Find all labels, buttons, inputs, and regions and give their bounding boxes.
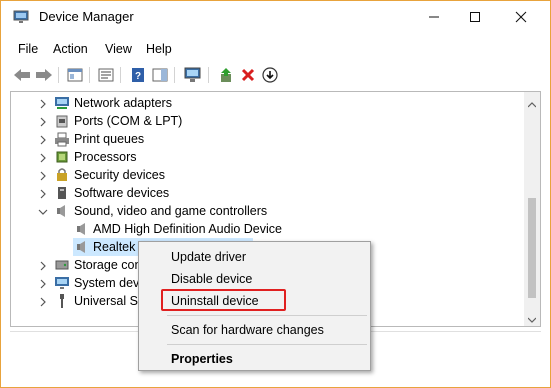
speaker-icon	[74, 221, 90, 237]
chevron-right-icon[interactable]	[38, 116, 48, 127]
speaker-icon	[74, 239, 90, 255]
toolbar-separator	[89, 67, 90, 83]
menu-help[interactable]: Help	[146, 42, 172, 56]
tree-item-label: Sound, video and game controllers	[74, 204, 268, 218]
scan-hardware-icon[interactable]	[183, 65, 203, 85]
device-manager-app-icon	[13, 10, 29, 24]
back-icon[interactable]	[12, 65, 32, 85]
menu-view[interactable]: View	[105, 42, 132, 56]
show-hide-tree-icon[interactable]	[65, 65, 85, 85]
usb-icon	[54, 293, 70, 309]
tree-item-label: System devi	[74, 276, 143, 290]
tree-item-label: Print queues	[74, 132, 145, 146]
tree-item-ports[interactable]: Ports (COM & LPT)	[11, 112, 511, 130]
scroll-up-icon[interactable]	[527, 97, 537, 111]
tree-item-processors[interactable]: Processors	[11, 148, 511, 166]
menu-update-driver[interactable]: Update driver	[171, 250, 246, 264]
svg-text:?: ?	[135, 71, 141, 82]
scrollbar-thumb[interactable]	[528, 198, 536, 298]
chevron-right-icon[interactable]	[38, 260, 48, 271]
menu-separator	[167, 315, 367, 316]
chevron-right-icon[interactable]	[38, 98, 48, 109]
properties-icon[interactable]	[96, 65, 116, 85]
chevron-right-icon[interactable]	[38, 296, 48, 307]
tree-item-software-devices[interactable]: Software devices	[11, 184, 511, 202]
tree-item-label: Ports (COM & LPT)	[74, 114, 183, 128]
close-icon[interactable]	[498, 1, 544, 33]
speaker-icon	[54, 203, 70, 219]
tree-item-print-queues[interactable]: Print queues	[11, 130, 511, 148]
tree-item-label: AMD High Definition Audio Device	[93, 222, 282, 236]
menu-bar: File Action View Help	[1, 39, 550, 61]
tree-item-label: Universal Se	[74, 294, 145, 308]
menu-disable-device[interactable]: Disable device	[171, 272, 252, 286]
tree-item-label: Processors	[74, 150, 137, 164]
menu-properties[interactable]: Properties	[171, 352, 233, 366]
menu-separator	[167, 344, 367, 345]
window-title: Device Manager	[39, 9, 134, 24]
maximize-icon[interactable]	[452, 1, 498, 33]
storage-icon	[54, 257, 70, 273]
toolbar-separator	[208, 67, 209, 83]
scroll-down-icon[interactable]	[527, 312, 537, 326]
tree-item-sound-video-game[interactable]: Sound, video and game controllers	[11, 202, 511, 220]
security-device-icon	[54, 167, 70, 183]
tree-item-label: Software devices	[74, 186, 170, 200]
vertical-scrollbar[interactable]	[524, 92, 540, 326]
chevron-right-icon[interactable]	[38, 170, 48, 181]
menu-scan-hardware[interactable]: Scan for hardware changes	[171, 323, 324, 337]
network-adapter-icon	[54, 95, 70, 111]
toolbar: ?	[1, 62, 550, 88]
tree-item-network-adapters[interactable]: Network adapters	[11, 94, 511, 112]
menu-action[interactable]: Action	[53, 42, 88, 56]
forward-icon[interactable]	[34, 65, 54, 85]
update-driver-icon[interactable]	[216, 65, 236, 85]
chevron-right-icon[interactable]	[38, 278, 48, 289]
printer-icon	[54, 131, 70, 147]
toolbar-separator	[58, 67, 59, 83]
chevron-right-icon[interactable]	[38, 188, 48, 199]
toolbar-separator	[174, 67, 175, 83]
tree-item-amd-audio[interactable]: AMD High Definition Audio Device	[11, 220, 511, 238]
title-bar: Device Manager	[1, 1, 550, 33]
port-icon	[54, 113, 70, 129]
software-device-icon	[54, 185, 70, 201]
disable-device-icon[interactable]	[260, 65, 280, 85]
menu-uninstall-device[interactable]: Uninstall device	[171, 294, 259, 308]
tree-item-security-devices[interactable]: Security devices	[11, 166, 511, 184]
menu-file[interactable]: File	[18, 42, 38, 56]
context-menu: Update driver Disable device Uninstall d…	[138, 241, 371, 371]
chevron-right-icon[interactable]	[38, 134, 48, 145]
uninstall-icon[interactable]	[238, 65, 258, 85]
system-device-icon	[54, 275, 70, 291]
action-pane-icon[interactable]	[150, 65, 170, 85]
minimize-icon[interactable]	[411, 1, 457, 33]
processor-icon	[54, 149, 70, 165]
tree-item-label: Storage con	[74, 258, 142, 272]
tree-item-label: Network adapters	[74, 96, 172, 110]
toolbar-separator	[120, 67, 121, 83]
tree-item-label: Security devices	[74, 168, 166, 182]
chevron-right-icon[interactable]	[38, 152, 48, 163]
chevron-down-icon[interactable]	[38, 206, 48, 216]
device-manager-window: Device Manager File Action View Help ? N…	[0, 0, 551, 388]
tree-item-label: Realtek I	[93, 240, 143, 254]
help-icon[interactable]: ?	[128, 65, 148, 85]
